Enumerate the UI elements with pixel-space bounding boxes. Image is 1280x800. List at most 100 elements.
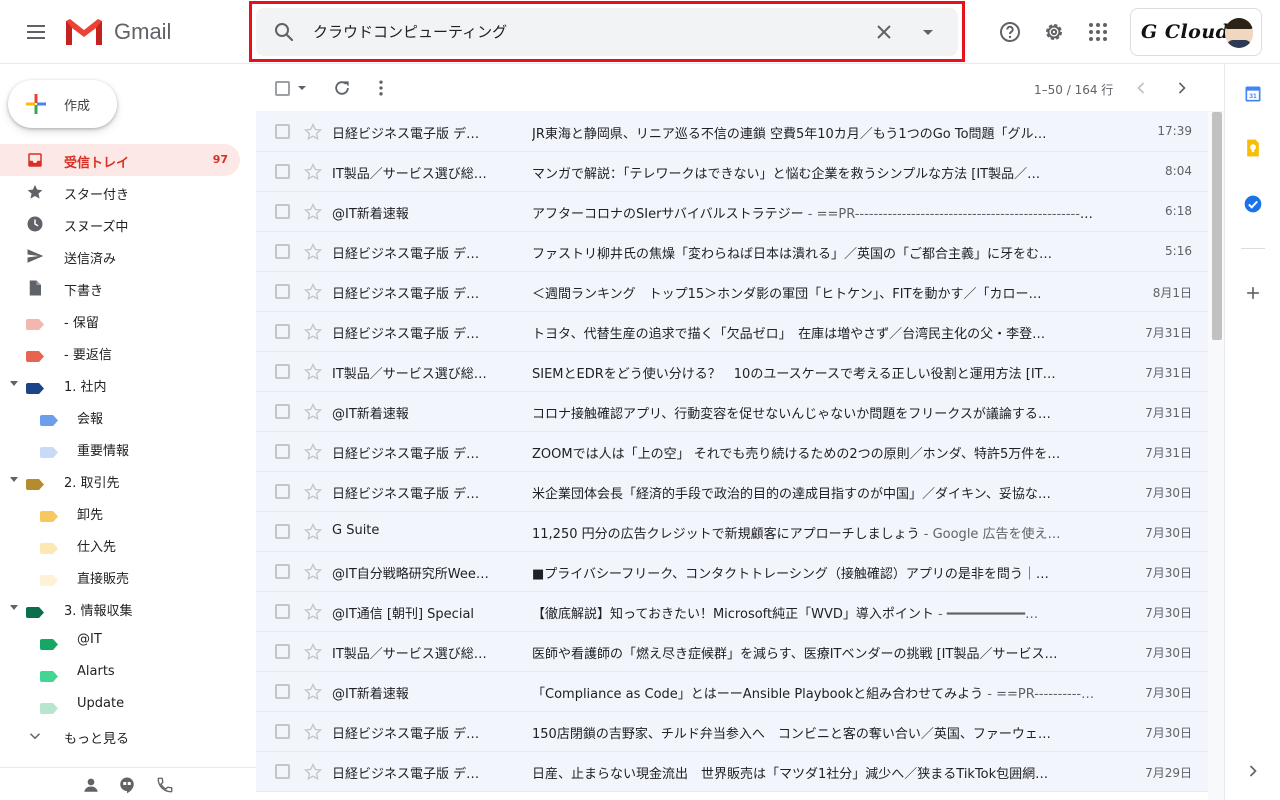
email-date: 7月30日 xyxy=(1145,726,1192,740)
sidebar-item-juyo[interactable]: 重要情報 xyxy=(0,432,240,464)
email-row[interactable]: IT製品／サービス選び総… 医師や看護師の「燃え尽き症候群」を減らす、医療ITベン… xyxy=(256,632,1208,672)
avatar[interactable] xyxy=(1225,18,1253,48)
contacts-icon[interactable] xyxy=(82,776,100,794)
star-icon[interactable] xyxy=(303,322,323,342)
row-checkbox[interactable] xyxy=(275,404,290,419)
keep-icon[interactable] xyxy=(1243,138,1263,158)
row-checkbox[interactable] xyxy=(275,644,290,659)
calendar-icon[interactable]: 31 xyxy=(1243,84,1263,104)
row-checkbox[interactable] xyxy=(275,764,290,779)
sidebar-item-hold[interactable]: - 保留 xyxy=(0,304,240,336)
newer-page-icon[interactable] xyxy=(1131,78,1151,98)
expand-caret-icon[interactable] xyxy=(10,477,18,482)
expand-caret-icon[interactable] xyxy=(10,381,18,386)
row-checkbox[interactable] xyxy=(275,564,290,579)
scrollbar-thumb[interactable] xyxy=(1212,112,1222,340)
sidebar-item-inbox[interactable]: 受信トレイ 97 xyxy=(0,144,240,176)
email-date: 7月30日 xyxy=(1145,486,1192,500)
star-icon[interactable] xyxy=(303,162,323,182)
email-subject-text: 日産、止まらない現金流出 世界販売は「マツダ1社分」減少へ／狭まるTikTok包… xyxy=(532,767,1049,782)
sidebar-item-oroshi[interactable]: 卸先 xyxy=(0,496,240,528)
email-row[interactable]: 日経ビジネス電子版 デ… 米企業団体会長「経済的手段で政治的目的の達成目指すのが中… xyxy=(256,472,1208,512)
row-checkbox[interactable] xyxy=(275,164,290,179)
star-icon[interactable] xyxy=(303,562,323,582)
email-row[interactable]: @IT自分戦略研究所Wee… ■プライバシーフリーク、コンタクトトレーシング（接触… xyxy=(256,552,1208,592)
email-row[interactable]: 日経ビジネス電子版 デ… 日産、止まらない現金流出 世界販売は「マツダ1社分」減少… xyxy=(256,752,1208,792)
email-row[interactable]: 日経ビジネス電子版 デ… ZOOMでは人は「上の空」 それでも売り続けるための2つ… xyxy=(256,432,1208,472)
star-icon[interactable] xyxy=(303,122,323,142)
sidebar-item-internal[interactable]: 1. 社内 xyxy=(0,368,240,400)
sidebar-item-atit[interactable]: @IT xyxy=(0,624,240,656)
row-checkbox[interactable] xyxy=(275,124,290,139)
star-icon[interactable] xyxy=(303,642,323,662)
row-checkbox[interactable] xyxy=(275,204,290,219)
email-row[interactable]: IT製品／サービス選び総… マンガで解説：「テレワークはできない」と悩む企業を救う… xyxy=(256,152,1208,192)
email-row[interactable]: 日経ビジネス電子版 デ… ファストリ柳井氏の焦燥「変わらねば日本は潰れる」／英国の… xyxy=(256,232,1208,272)
expand-panel-icon[interactable] xyxy=(1243,761,1263,781)
select-all-checkbox[interactable] xyxy=(275,81,290,96)
email-row[interactable]: @IT新着速報 アフターコロナのSIerサバイバルストラテジー - ==PR---… xyxy=(256,192,1208,232)
email-row[interactable]: @IT通信 [朝刊] Special 【徹底解説】知っておきたい！Microsof… xyxy=(256,592,1208,632)
email-row[interactable]: G Suite 11,250 円分の広告クレジットで新規顧客にアプローチしましょう… xyxy=(256,512,1208,552)
sidebar-item-snoozed[interactable]: スヌーズ中 xyxy=(0,208,240,240)
sidebar-item-partners[interactable]: 2. 取引先 xyxy=(0,464,240,496)
email-row[interactable]: @IT新着速報 コロナ接触確認アプリ、行動変容を促せないんじゃないか問題をフリーク… xyxy=(256,392,1208,432)
phone-icon[interactable] xyxy=(156,776,174,794)
row-checkbox[interactable] xyxy=(275,324,290,339)
help-icon[interactable] xyxy=(998,20,1022,44)
main-menu-icon[interactable] xyxy=(20,16,52,48)
sidebar-item-sent[interactable]: 送信済み xyxy=(0,240,240,272)
row-checkbox[interactable] xyxy=(275,724,290,739)
gmail-logo[interactable]: Gmail xyxy=(64,16,171,48)
star-icon[interactable] xyxy=(303,522,323,542)
row-checkbox[interactable] xyxy=(275,484,290,499)
sidebar-item-drafts[interactable]: 下書き xyxy=(0,272,240,304)
star-icon[interactable] xyxy=(303,722,323,742)
star-icon[interactable] xyxy=(303,242,323,262)
row-checkbox[interactable] xyxy=(275,364,290,379)
row-checkbox[interactable] xyxy=(275,524,290,539)
row-checkbox[interactable] xyxy=(275,284,290,299)
sidebar-item-info[interactable]: 3. 情報収集 xyxy=(0,592,240,624)
star-icon[interactable] xyxy=(303,602,323,622)
add-addon-icon[interactable] xyxy=(1243,283,1263,303)
row-checkbox[interactable] xyxy=(275,444,290,459)
star-icon[interactable] xyxy=(303,762,323,782)
tasks-icon[interactable] xyxy=(1243,194,1263,214)
sidebar-item-kaiho[interactable]: 会報 xyxy=(0,400,240,432)
account-switcher[interactable]: G Cloud xyxy=(1130,8,1262,56)
star-icon[interactable] xyxy=(303,202,323,222)
email-row[interactable]: 日経ビジネス電子版 デ… トヨタ、代替生産の追求で描く「欠品ゼロ」 在庫は増やさず… xyxy=(256,312,1208,352)
apps-grid-icon[interactable] xyxy=(1086,20,1110,44)
compose-button[interactable]: 作成 xyxy=(8,80,117,128)
sidebar-item-more[interactable]: もっと見る xyxy=(0,720,240,752)
row-checkbox[interactable] xyxy=(275,684,290,699)
email-sender: IT製品／サービス選び総… xyxy=(332,367,487,382)
older-page-icon[interactable] xyxy=(1172,78,1192,98)
more-options-icon[interactable] xyxy=(371,78,391,98)
star-icon[interactable] xyxy=(303,362,323,382)
row-checkbox[interactable] xyxy=(275,604,290,619)
row-checkbox[interactable] xyxy=(275,244,290,259)
star-icon[interactable] xyxy=(303,682,323,702)
star-icon[interactable] xyxy=(303,442,323,462)
sidebar-item-starred[interactable]: スター付き xyxy=(0,176,240,208)
hangouts-icon[interactable] xyxy=(118,776,136,794)
select-dropdown-icon[interactable] xyxy=(298,86,306,90)
email-row[interactable]: 日経ビジネス電子版 デ… 150店閉鎖の吉野家、チルド弁当参入へ コンビニと客の奪… xyxy=(256,712,1208,752)
sidebar-item-alarts[interactable]: Alarts xyxy=(0,656,240,688)
star-icon[interactable] xyxy=(303,282,323,302)
email-row[interactable]: @IT新着速報 「Compliance as Code」とはーーAnsible P… xyxy=(256,672,1208,712)
sidebar-item-update[interactable]: Update xyxy=(0,688,240,720)
refresh-icon[interactable] xyxy=(332,78,352,98)
email-row[interactable]: IT製品／サービス選び総… SIEMとEDRをどう使い分ける？ 10のユースケース… xyxy=(256,352,1208,392)
sidebar-item-chokusetsu[interactable]: 直接販売 xyxy=(0,560,240,592)
star-icon[interactable] xyxy=(303,402,323,422)
expand-caret-icon[interactable] xyxy=(10,605,18,610)
star-icon[interactable] xyxy=(303,482,323,502)
sidebar-item-reply[interactable]: - 要返信 xyxy=(0,336,240,368)
email-row[interactable]: 日経ビジネス電子版 デ… JR東海と静岡県、リニア巡る不信の連鎖 空費5年10カ月… xyxy=(256,112,1208,152)
sidebar-item-shiire[interactable]: 仕入先 xyxy=(0,528,240,560)
settings-gear-icon[interactable] xyxy=(1042,20,1066,44)
email-row[interactable]: 日経ビジネス電子版 デ… ＜週間ランキング トップ15＞ホンダ影の軍団「ヒトケン」… xyxy=(256,272,1208,312)
